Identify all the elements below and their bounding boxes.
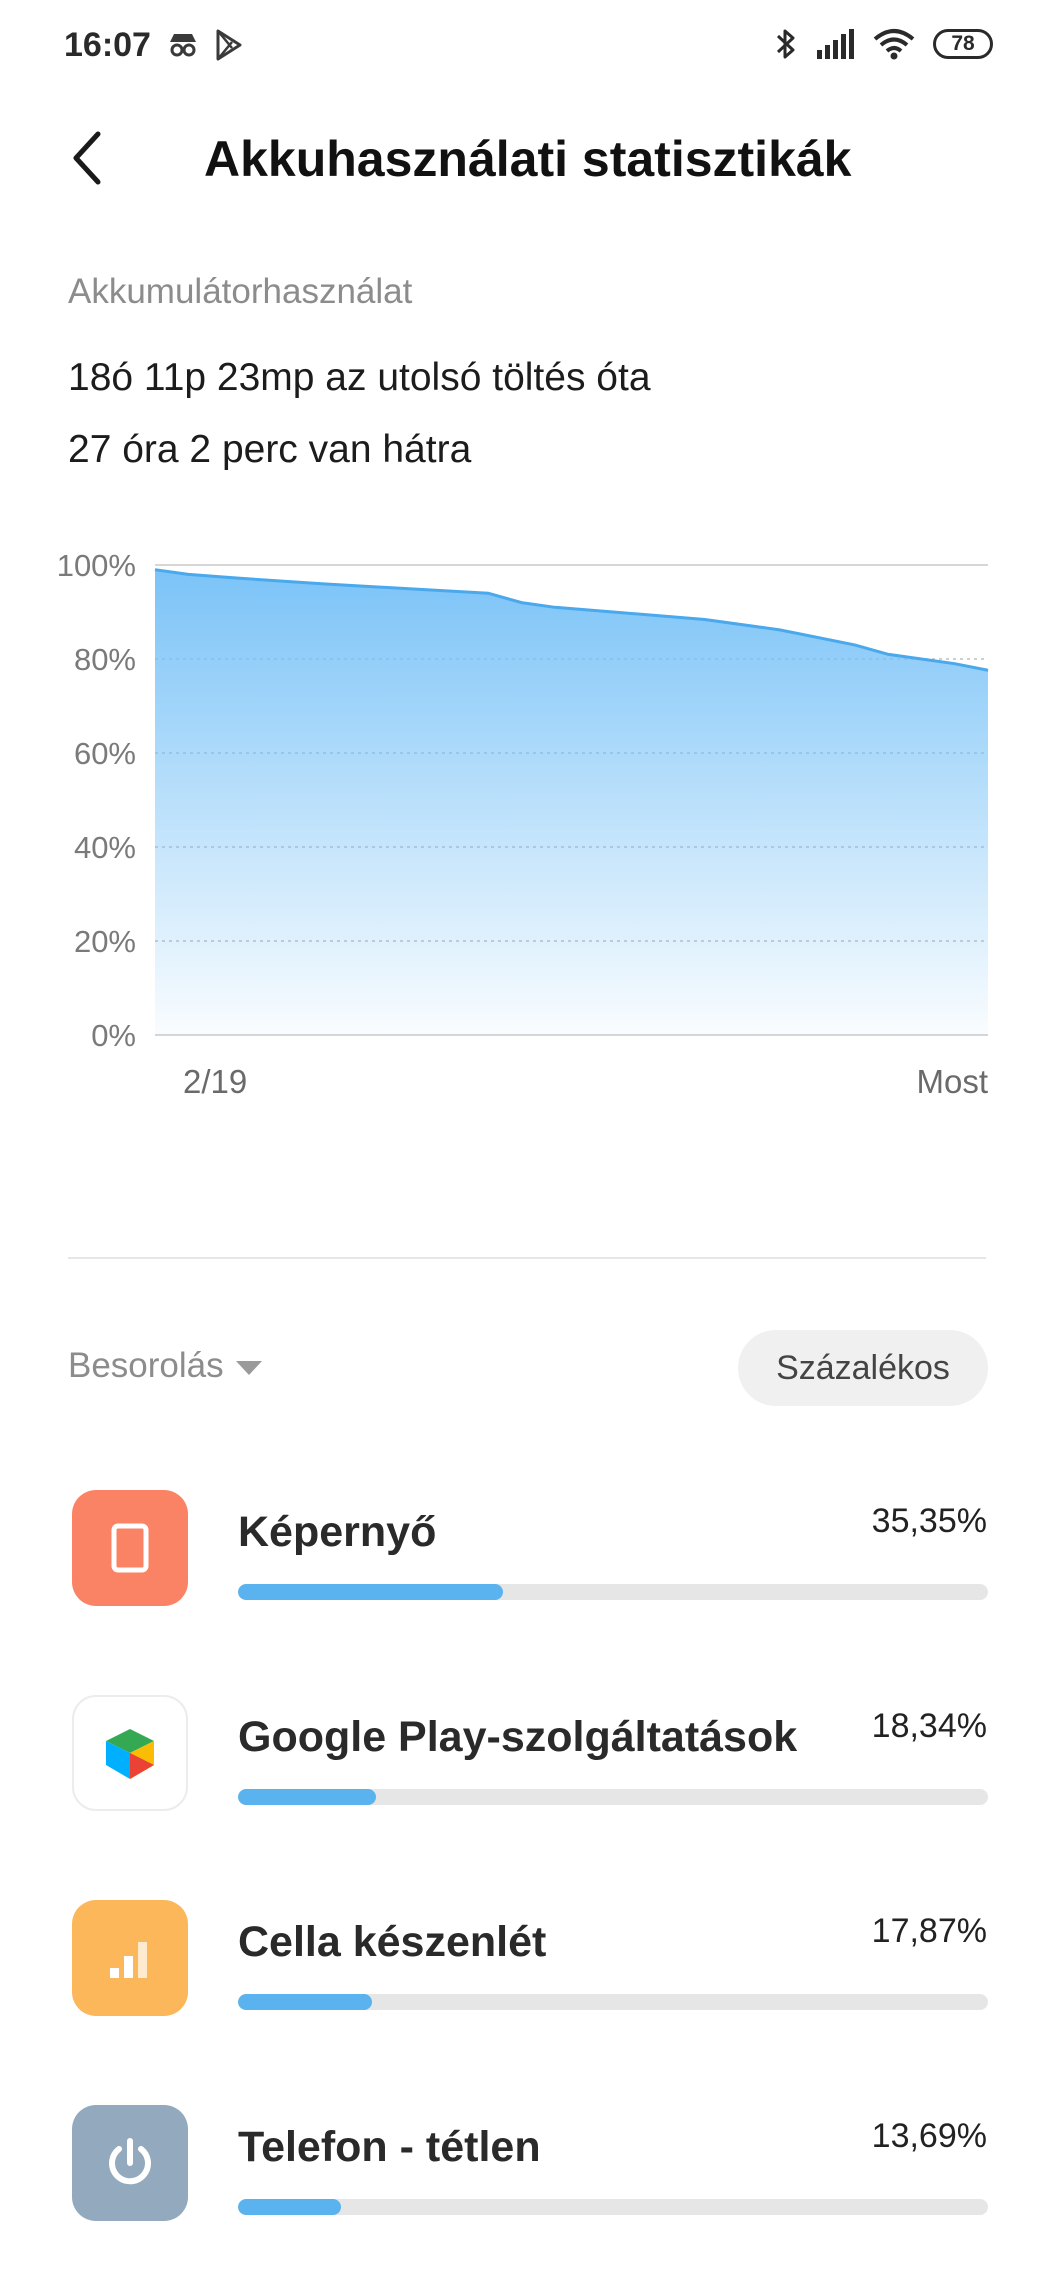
usage-bar-fill xyxy=(238,1789,376,1805)
page-title: Akkuhasználati statisztikák xyxy=(204,131,852,187)
signal-icon xyxy=(817,29,854,59)
percentage-mode-button[interactable]: Százalékos xyxy=(738,1330,988,1406)
list-item-cell-standby[interactable]: Cella készenlét 17,87% xyxy=(0,1900,1055,2080)
y-tick-label: 80% xyxy=(74,642,136,677)
app-name: Cella készenlét xyxy=(238,1918,547,1966)
battery-indicator: 78 xyxy=(933,29,993,59)
x-tick-label: 2/19 xyxy=(183,1063,247,1100)
incognito-icon xyxy=(170,34,196,57)
battery-chart: 100% 80% 60% 40% 20% 0% 2/19 Most xyxy=(0,530,1055,1170)
play-store-icon xyxy=(216,29,242,61)
app-percent: 18,34% xyxy=(871,1707,987,1745)
y-tick-label: 20% xyxy=(74,924,136,959)
sort-label: Besorolás xyxy=(68,1346,224,1385)
usage-bar-fill xyxy=(238,1584,504,1600)
back-arrow-icon[interactable] xyxy=(62,128,114,188)
app-name: Google Play-szolgáltatások xyxy=(238,1713,798,1761)
app-percent: 13,69% xyxy=(871,2117,987,2155)
app-name: Telefon - tétlen xyxy=(238,2123,541,2171)
usage-bar-fill xyxy=(238,2199,341,2215)
y-tick-label: 100% xyxy=(57,548,136,583)
list-item-google-play-services[interactable]: Google Play-szolgáltatások 18,34% xyxy=(0,1695,1055,1875)
since-last-charge: 18ó 11p 23mp az utolsó töltés óta xyxy=(68,356,651,399)
cell-standby-icon xyxy=(72,1900,188,2016)
usage-bar xyxy=(238,1584,988,1600)
status-time: 16:07 xyxy=(64,26,151,64)
google-play-services-icon xyxy=(72,1695,188,1811)
app-percent: 35,35% xyxy=(871,1502,987,1540)
usage-bar-fill xyxy=(238,1994,373,2010)
y-tick-label: 0% xyxy=(91,1018,136,1053)
usage-bar xyxy=(238,1994,988,2010)
battery-chart-svg: 100% 80% 60% 40% 20% 0% 2/19 Most xyxy=(57,548,989,1100)
sort-dropdown[interactable]: Besorolás xyxy=(68,1346,262,1386)
dropdown-caret-icon xyxy=(235,1361,262,1375)
usage-bar xyxy=(238,2199,988,2215)
status-bar: 16:07 78 xyxy=(0,0,1055,96)
app-percent: 17,87% xyxy=(871,1912,987,1950)
section-label: Akkumulátorhasználat xyxy=(68,272,413,311)
screen-icon xyxy=(72,1490,188,1606)
battery-level-area xyxy=(155,569,988,1035)
list-item-phone-idle[interactable]: Telefon - tétlen 13,69% xyxy=(0,2105,1055,2285)
power-icon xyxy=(72,2105,188,2221)
bluetooth-icon xyxy=(776,29,795,59)
y-tick-label: 40% xyxy=(74,830,136,865)
y-tick-label: 60% xyxy=(74,736,136,771)
app-name: Képernyő xyxy=(238,1508,437,1556)
divider xyxy=(68,1257,986,1259)
wifi-icon xyxy=(873,29,915,60)
usage-bar xyxy=(238,1789,988,1805)
list-item-screen[interactable]: Képernyő 35,35% xyxy=(0,1490,1055,1670)
app-header: Akkuhasználati statisztikák xyxy=(0,110,1055,210)
remaining-time: 27 óra 2 perc van hátra xyxy=(68,428,472,471)
battery-level: 78 xyxy=(951,32,975,55)
x-tick-label: Most xyxy=(916,1063,988,1100)
